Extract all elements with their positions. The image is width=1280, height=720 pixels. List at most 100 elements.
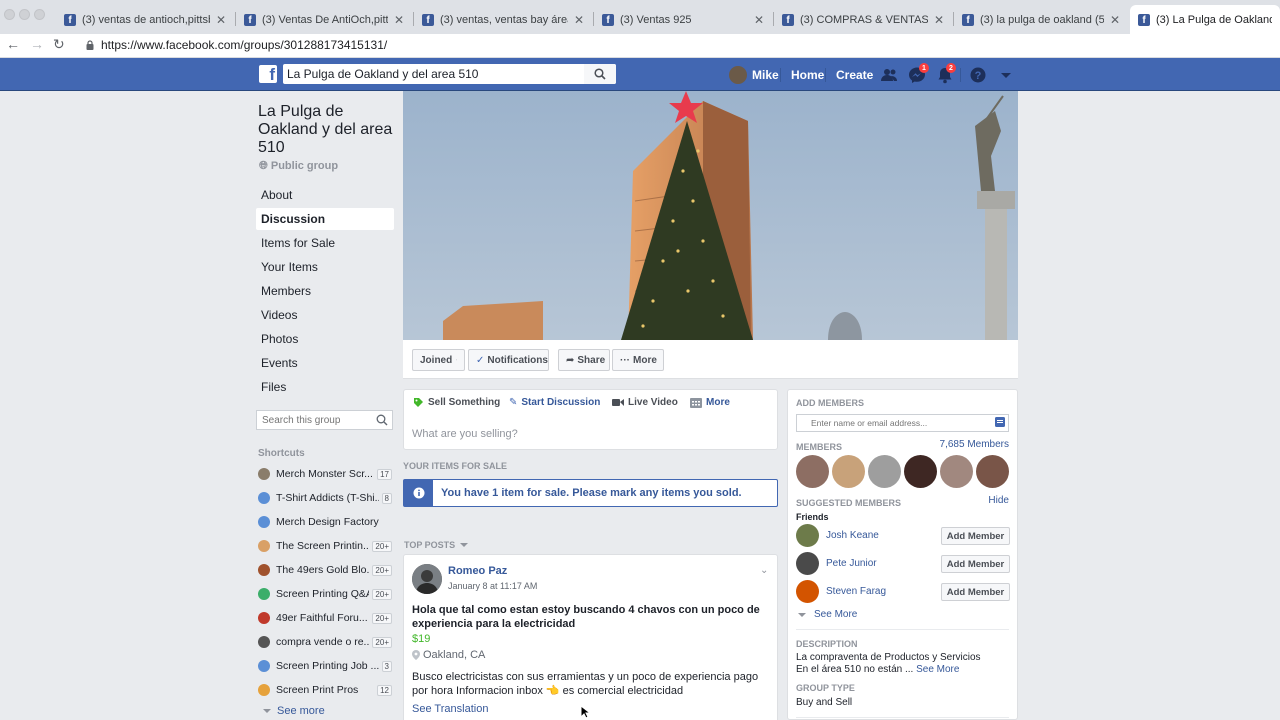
leftnav-item-discussion[interactable]: Discussion <box>256 208 394 230</box>
tab-title: (3) ventas de antioch,pittsburg <box>82 13 210 26</box>
group-name[interactable]: La Pulga de Oakland y del area 510 <box>258 103 398 157</box>
close-icon[interactable]: ✕ <box>394 13 404 27</box>
composer-input[interactable]: What are you selling? <box>412 428 518 440</box>
info-icon <box>404 480 433 506</box>
members-count-link[interactable]: 7,685 Members <box>940 439 1009 450</box>
avatar[interactable] <box>796 524 819 547</box>
close-icon[interactable]: ✕ <box>1110 13 1120 27</box>
help-icon[interactable]: ? <box>969 66 987 84</box>
leftnav-item-videos[interactable]: Videos <box>256 304 394 326</box>
profile-link[interactable]: Mike <box>752 68 779 82</box>
back-arrow-icon[interactable]: ← <box>6 36 20 52</box>
hide-suggestions-link[interactable]: Hide <box>988 495 1009 506</box>
sell-something-tab[interactable]: Sell Something <box>413 397 500 408</box>
add-member-button[interactable]: Add Member <box>941 583 1010 601</box>
shortcuts-see-more-link[interactable]: See more <box>262 705 325 717</box>
shortcut-item[interactable]: T-Shirt Addicts (T-Shi... 8 <box>258 489 392 507</box>
joined-button[interactable]: Joined <box>412 349 465 371</box>
window-zoom-dot[interactable] <box>34 9 45 20</box>
notifications-button[interactable]: ✓ Notifications <box>468 349 549 371</box>
post-timestamp[interactable]: January 8 at 11:17 AM <box>448 581 537 591</box>
leftnav-item-your-items[interactable]: Your Items <box>256 256 394 278</box>
member-avatar[interactable] <box>832 455 865 488</box>
avatar[interactable] <box>412 564 442 594</box>
shortcut-item[interactable]: The 49ers Gold Blo... 20+ <box>258 561 392 579</box>
facebook-favicon-icon: f <box>64 13 76 26</box>
price-tag-icon <box>414 398 423 407</box>
avatar[interactable] <box>796 552 819 575</box>
suggested-member-name[interactable]: Pete Junior <box>826 558 877 569</box>
tab-title: (3) COMPRAS & VENTAS ÁRE <box>800 13 928 26</box>
shortcut-item[interactable]: Merch Design Factory <box>258 513 392 531</box>
member-avatar[interactable] <box>904 455 937 488</box>
post-author-link[interactable]: Romeo Paz <box>448 565 507 577</box>
browser-tab-1[interactable]: f (3) ventas de antioch,pittsburg ✕ <box>56 5 234 34</box>
facebook-logo-icon[interactable]: f <box>259 65 277 83</box>
leftnav-item-members[interactable]: Members <box>256 280 394 302</box>
url-field[interactable]: https://www.facebook.com/groups/30128817… <box>101 38 387 52</box>
start-discussion-tab[interactable]: ✎ Start Discussion <box>509 397 600 408</box>
suggested-see-more-link[interactable]: See More <box>798 609 857 620</box>
group-search-input[interactable] <box>256 410 393 430</box>
shortcut-item[interactable]: Screen Print Pros 12 <box>258 681 392 699</box>
shortcut-item[interactable]: Screen Printing Job ... 3 <box>258 657 392 675</box>
add-member-button[interactable]: Add Member <box>941 527 1010 545</box>
account-menu-chevron-down-icon[interactable] <box>997 66 1015 84</box>
member-avatar[interactable] <box>940 455 973 488</box>
browser-tab-5[interactable]: f (3) COMPRAS & VENTAS ÁRE ✕ <box>774 5 952 34</box>
avatar[interactable] <box>729 66 747 84</box>
address-book-icon[interactable] <box>995 417 1005 427</box>
window-minimize-dot[interactable] <box>19 9 30 20</box>
close-icon[interactable]: ✕ <box>216 13 226 27</box>
leftnav-item-events[interactable]: Events <box>256 352 394 374</box>
description-see-more-link[interactable]: See More <box>916 664 959 675</box>
suggested-member-name[interactable]: Steven Farag <box>826 586 886 597</box>
items-for-sale-notice[interactable]: You have 1 item for sale. Please mark an… <box>403 479 778 507</box>
shortcut-item[interactable]: Screen Printing Q&A 20+ <box>258 585 392 603</box>
browser-tab-4[interactable]: f (3) Ventas 925 ✕ <box>594 5 772 34</box>
share-button[interactable]: ➦ Share <box>558 349 610 371</box>
browser-tab-2[interactable]: f (3) Ventas De AntiOch,pittsbur ✕ <box>236 5 412 34</box>
group-cover-photo[interactable] <box>403 91 1018 340</box>
browser-tab-active[interactable]: f (3) La Pulga de Oakland y de <box>1130 5 1280 34</box>
facebook-search-input[interactable] <box>283 64 616 84</box>
browser-tab-6[interactable]: f (3) la pulga de oakland (510) ✕ <box>954 5 1128 34</box>
add-members-input[interactable] <box>796 414 1009 432</box>
mouse-cursor-icon <box>580 705 590 719</box>
leftnav-item-about[interactable]: About <box>256 184 394 206</box>
see-translation-link[interactable]: See Translation <box>412 703 488 715</box>
facebook-favicon-icon: f <box>602 13 614 26</box>
reload-icon[interactable]: ↻ <box>53 36 65 53</box>
live-video-tab[interactable]: Live Video <box>612 397 678 408</box>
leftnav-item-items-for-sale[interactable]: Items for Sale <box>256 232 394 254</box>
search-button[interactable] <box>584 64 616 84</box>
close-icon[interactable]: ✕ <box>934 13 944 27</box>
add-member-button[interactable]: Add Member <box>941 555 1010 573</box>
window-close-dot[interactable] <box>4 9 15 20</box>
leftnav-item-files[interactable]: Files <box>256 376 394 398</box>
shortcut-item[interactable]: compra vende o re... 20+ <box>258 633 392 651</box>
home-link[interactable]: Home <box>791 68 824 82</box>
create-link[interactable]: Create <box>836 68 873 82</box>
top-posts-dropdown[interactable]: TOP POSTS <box>404 540 469 550</box>
shortcut-item[interactable]: 49er Faithful Foru... 20+ <box>258 609 392 627</box>
leftnav-item-photos[interactable]: Photos <box>256 328 394 350</box>
facebook-favicon-icon: f <box>1138 13 1150 26</box>
suggested-member-name[interactable]: Josh Keane <box>826 530 879 541</box>
post-card: Romeo Paz January 8 at 11:17 AM ⌄ Hola q… <box>403 554 778 720</box>
composer-more-tab[interactable]: More <box>690 397 730 408</box>
member-avatar[interactable] <box>976 455 1009 488</box>
shortcut-item[interactable]: The Screen Printin... 20+ <box>258 537 392 555</box>
member-avatar[interactable] <box>868 455 901 488</box>
search-icon[interactable] <box>376 414 388 426</box>
close-icon[interactable]: ✕ <box>754 13 764 27</box>
avatar[interactable] <box>796 580 819 603</box>
browser-tab-3[interactable]: f (3) ventas, ventas bay área 🏖 ✕ <box>414 5 592 34</box>
friend-requests-icon[interactable] <box>880 66 898 84</box>
member-avatar[interactable] <box>796 455 829 488</box>
post-options-chevron-down-icon[interactable]: ⌄ <box>760 565 768 576</box>
shortcut-item[interactable]: Merch Monster Scr... 17 <box>258 465 392 483</box>
forward-arrow-icon[interactable]: → <box>30 36 44 52</box>
close-icon[interactable]: ✕ <box>574 13 584 27</box>
more-button[interactable]: ··· More <box>612 349 664 371</box>
